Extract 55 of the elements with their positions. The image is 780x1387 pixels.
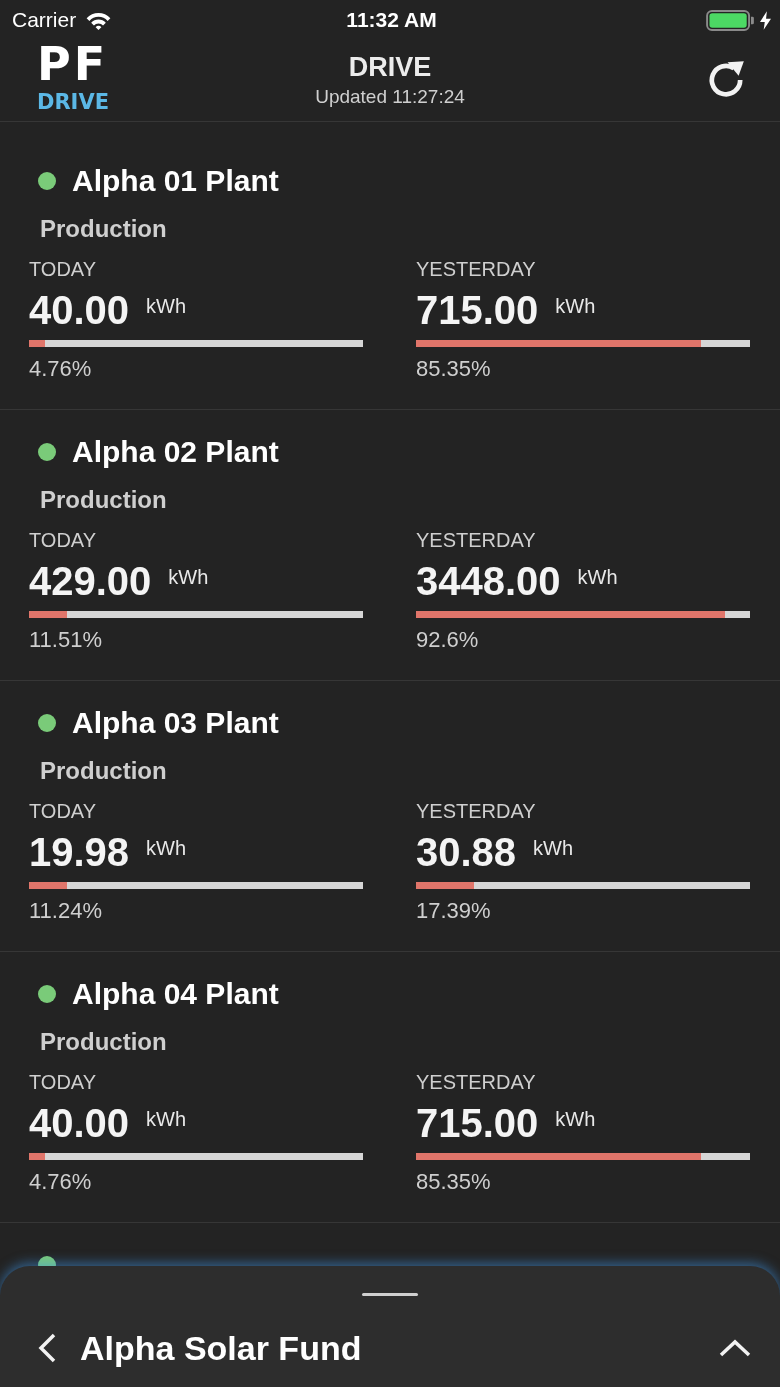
section-label: Production [40, 214, 167, 244]
section-label: Production [40, 485, 167, 515]
fund-title: Alpha Solar Fund [80, 1328, 362, 1368]
unit-label: kWh [533, 836, 574, 860]
updated-time: Updated 11:27:24 [315, 85, 465, 109]
plant-name[interactable]: Alpha 01 Plant [72, 163, 279, 199]
unit-label: kWh [555, 294, 596, 318]
metric-value: 429.00 [29, 559, 152, 603]
metric-label: TODAY [29, 1070, 97, 1094]
expand-button[interactable] [719, 1339, 751, 1357]
plant-name[interactable]: Alpha 03 Plant [72, 705, 279, 741]
metric-label: YESTERDAY [416, 799, 536, 823]
percent-label: 4.76% [29, 1169, 92, 1195]
wifi-icon [85, 10, 113, 30]
screen-title: DRIVE [348, 52, 432, 82]
metric-value: 40.00 [29, 288, 130, 332]
unit-label: kWh [577, 565, 618, 589]
percent-label: 17.39% [416, 898, 491, 924]
percent-label: 11.24% [29, 898, 102, 924]
metric-label: YESTERDAY [416, 257, 536, 281]
metric-value: 3448.00 [416, 559, 561, 603]
metric-value: 715.00 [416, 1101, 539, 1145]
section-label: Production [40, 1027, 167, 1057]
percent-label: 11.51% [29, 627, 102, 653]
unit-label: kWh [146, 1107, 187, 1131]
logo-letters: PF [37, 44, 109, 83]
metric-value: 30.88 [416, 830, 517, 874]
plant-name[interactable]: Alpha 04 Plant [72, 976, 279, 1012]
charging-bolt-icon [760, 10, 771, 30]
unit-label: kWh [146, 836, 187, 860]
back-button[interactable] [37, 1333, 57, 1363]
logo-wordmark: DRIVE [37, 91, 109, 112]
section-label: Production [40, 756, 167, 786]
percent-label: 4.76% [29, 356, 92, 382]
metric-value: 40.00 [29, 1101, 130, 1145]
unit-label: kWh [146, 294, 187, 318]
drag-handle[interactable] [362, 1293, 418, 1296]
percent-label: 85.35% [416, 1169, 491, 1195]
chevron-up-icon [719, 1339, 751, 1357]
carrier-label: Carrier [12, 8, 77, 32]
battery-icon [706, 9, 754, 31]
metric-value: 715.00 [416, 288, 539, 332]
metric-label: TODAY [29, 257, 97, 281]
unit-label: kWh [555, 1107, 596, 1131]
plant-name[interactable]: Alpha 02 Plant [72, 434, 279, 470]
clock-time: 11:32 AM [346, 8, 437, 32]
unit-label: kWh [168, 565, 209, 589]
percent-label: 92.6% [416, 627, 479, 653]
metric-label: YESTERDAY [416, 1070, 536, 1094]
back-icon [37, 1333, 57, 1363]
metric-label: TODAY [29, 528, 97, 552]
percent-label: 85.35% [416, 356, 491, 382]
metric-value: 19.98 [29, 830, 130, 874]
metric-label: TODAY [29, 799, 97, 823]
metric-label: YESTERDAY [416, 528, 536, 552]
